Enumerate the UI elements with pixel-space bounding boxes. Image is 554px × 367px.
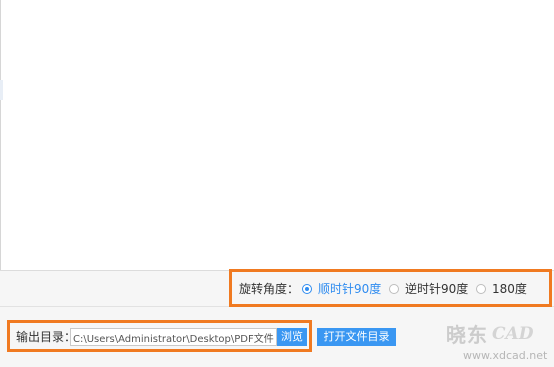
watermark-brand-cad: CAD <box>492 323 534 344</box>
open-folder-button[interactable]: 打开文件目录 <box>317 328 396 346</box>
left-edge-marker <box>0 80 3 100</box>
watermark-brand-cn: 晓东 <box>446 323 488 347</box>
watermark-logo: 晓东 CAD <box>446 319 533 348</box>
output-highlight-box <box>7 320 312 352</box>
preview-area <box>0 0 554 270</box>
watermark-url: www.xdcad.net <box>463 349 548 362</box>
rotation-highlight-box <box>229 269 552 307</box>
